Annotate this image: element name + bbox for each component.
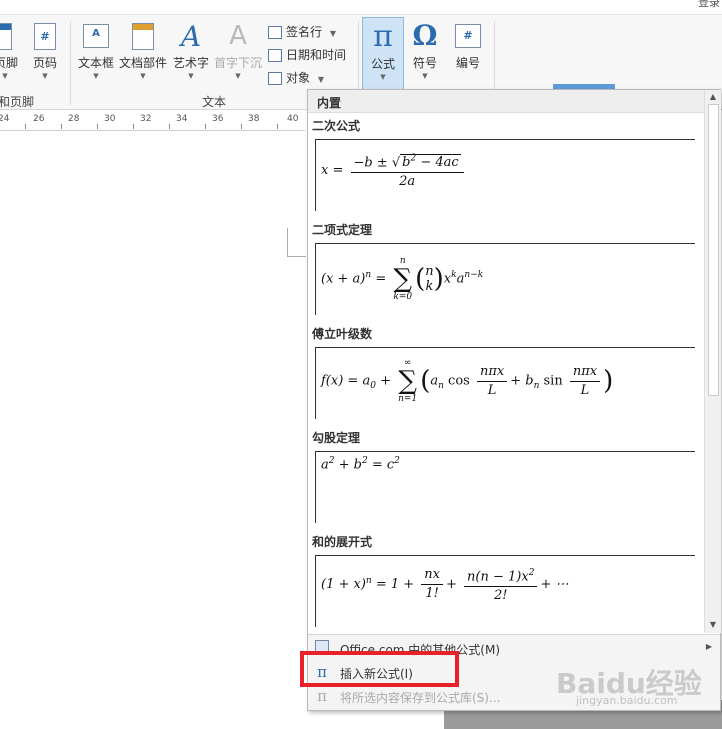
chevron-down-icon: ▼ <box>140 72 146 80</box>
calendar-icon <box>268 49 282 62</box>
header-footer-label: 页脚 <box>0 56 19 70</box>
wordart-icon: A <box>180 19 202 53</box>
ruler-tick: 34 <box>176 114 188 124</box>
dropcap-button[interactable]: A 首字下沉 ▼ <box>213 21 263 80</box>
ruler-tick: 36 <box>212 114 224 124</box>
scroll-thumb[interactable] <box>708 104 719 396</box>
ruler-tick: 30 <box>104 114 116 124</box>
chevron-down-icon: ▼ <box>329 29 336 38</box>
scroll-up-arrow-icon[interactable]: ▲ <box>705 92 721 101</box>
numbering-label: 编号 <box>455 56 480 70</box>
signature-line-button[interactable]: 签名行 ▼ <box>268 23 336 40</box>
chevron-right-icon: ▶ <box>705 642 712 651</box>
ruler-mark <box>97 124 98 129</box>
section-title: 和的展开式 <box>312 535 373 549</box>
pi-icon: π <box>373 19 393 54</box>
section-title: 傅立叶级数 <box>312 327 373 341</box>
formula-label: 公式 <box>370 57 395 71</box>
gallery-header: 内置 <box>308 90 704 113</box>
omega-icon: Ω <box>412 19 438 52</box>
numbering-button[interactable]: # 编号 <box>450 21 486 71</box>
ruler-mark <box>169 124 170 129</box>
textbox-icon: A <box>83 24 109 48</box>
chevron-down-icon: ▼ <box>380 73 386 81</box>
ruler-mark <box>205 124 206 129</box>
header-footer-icon <box>0 22 12 50</box>
formula-gallery: 二次公式 x = −b ± √ b2 − 4ac 2a 二项式定理 (x + a)n… <box>308 113 704 633</box>
ruler-mark <box>61 124 62 129</box>
symbol-button[interactable]: Ω 符号 ▼ <box>406 19 444 81</box>
object-icon <box>268 72 282 85</box>
numbering-icon: # <box>455 24 481 48</box>
chevron-down-icon: ▼ <box>235 72 241 80</box>
section-title: 二项式定理 <box>312 223 373 237</box>
ruler-tick: 40 <box>287 114 299 124</box>
textbox-button[interactable]: A 文本框 ▼ <box>76 21 116 80</box>
formula-item-expansion[interactable]: (1 + x)n = 1 + nx 1! + n(n − 1)x2 2! + ⋯ <box>315 555 695 627</box>
symbol-label: 符号 <box>412 56 437 70</box>
ruler-mark <box>241 124 242 129</box>
page-number-label: 页码 <box>32 56 57 70</box>
ruler-mark <box>133 124 134 129</box>
chevron-down-icon: ▼ <box>317 75 324 84</box>
datetime-button[interactable]: 日期和时间 <box>268 46 346 63</box>
dropcap-label: 首字下沉 <box>213 56 262 70</box>
group-label-text: 文本 <box>202 95 227 109</box>
textbox-label: 文本框 <box>77 56 114 70</box>
chevron-down-icon: ▼ <box>422 72 428 80</box>
horizontal-ruler[interactable]: 24 26 28 30 32 34 36 38 40 <box>0 110 305 131</box>
wordart-label: 艺术字 <box>172 56 209 70</box>
fourier-formula: f(x) = a0 + ∞ ∑ n=1 (an cos nπx L + bn sin nπ… <box>321 358 614 404</box>
save-selection-label: 将所选内容保存到公式库(S)... <box>340 691 501 705</box>
gallery-scrollbar[interactable]: ▲ ▼ <box>704 90 721 633</box>
expansion-formula: (1 + x)n = 1 + nx 1! + n(n − 1)x2 2! + ⋯ <box>321 564 568 605</box>
dropcap-icon: A <box>229 21 247 51</box>
signature-icon <box>268 26 282 39</box>
formula-item-pythagorean[interactable]: a2 + b2 = c2 <box>315 451 695 523</box>
page-number-icon: # <box>34 22 56 50</box>
quadratic-formula: x = −b ± √ b2 − 4ac 2a <box>321 150 467 191</box>
signature-line-label: 签名行 <box>286 25 323 39</box>
formula-gallery-dropdown: 内置 二次公式 x = −b ± √ b2 − 4ac 2a 二项式定理 (x + … <box>307 89 721 711</box>
doc-parts-label: 文档部件 <box>118 56 167 70</box>
doc-parts-icon <box>132 22 154 50</box>
formula-item-fourier[interactable]: f(x) = a0 + ∞ ∑ n=1 (an cos nπx L + bn sin nπ… <box>315 347 695 419</box>
ruler-mark <box>277 124 278 129</box>
wordart-button[interactable]: A 艺术字 ▼ <box>171 19 211 81</box>
gallery-header-label: 内置 <box>317 96 342 110</box>
pi-icon: π <box>317 687 327 705</box>
chevron-down-icon: ▼ <box>188 72 194 80</box>
ruler-tick: 38 <box>248 114 260 124</box>
watermark-url: jingyan.baidu.com <box>576 694 678 707</box>
header-footer-button[interactable]: 页脚 ▼ <box>0 21 19 80</box>
chevron-down-icon: ▼ <box>93 72 99 80</box>
datetime-label: 日期和时间 <box>286 48 347 62</box>
formula-item-binomial[interactable]: (x + a)n = n ∑ k=0(n k)xkan−k <box>315 243 695 315</box>
page-number-button[interactable]: # 页码 ▼ <box>30 21 60 80</box>
ruler-tick: 28 <box>68 114 80 124</box>
ruler-tick: 32 <box>140 114 152 124</box>
section-title: 勾股定理 <box>312 431 361 445</box>
highlight-box <box>300 651 459 687</box>
binomial-formula: (x + a)n = n ∑ k=0(n k)xkan−k <box>321 256 484 302</box>
doc-parts-button[interactable]: 文档部件 ▼ <box>118 21 168 80</box>
section-title: 二次公式 <box>312 119 361 133</box>
ruler-tick: 24 <box>0 114 10 124</box>
title-strip: 登录 <box>0 0 722 14</box>
pythagorean-formula: a2 + b2 = c2 <box>321 456 400 473</box>
ruler-tick: 26 <box>33 114 45 124</box>
chevron-down-icon: ▼ <box>42 72 48 80</box>
group-separator <box>70 21 71 105</box>
object-button[interactable]: 对象 ▼ <box>268 69 324 86</box>
page-corner-marker <box>287 228 306 257</box>
chevron-down-icon: ▼ <box>2 72 8 80</box>
scroll-down-arrow-icon[interactable]: ▼ <box>705 620 721 629</box>
object-label: 对象 <box>286 71 311 85</box>
group-label-header-footer: 和页脚 <box>0 95 35 109</box>
ruler-mark <box>25 124 26 129</box>
formula-item-quadratic[interactable]: x = −b ± √ b2 − 4ac 2a <box>315 139 695 211</box>
login-link[interactable]: 登录 <box>698 0 720 10</box>
document-page[interactable] <box>0 131 305 729</box>
